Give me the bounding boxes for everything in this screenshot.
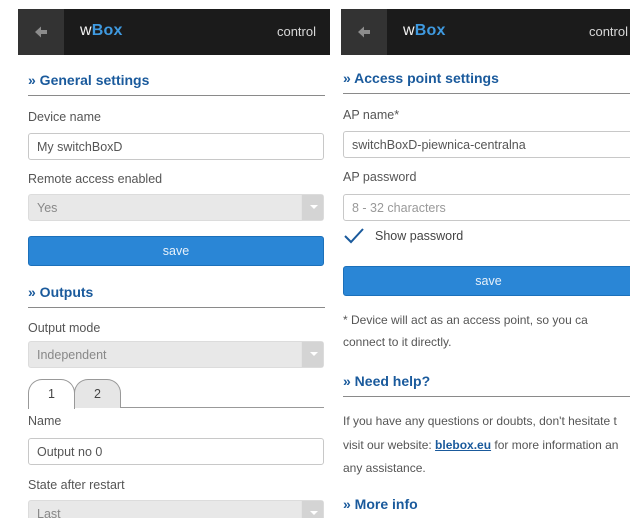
help-line-2-post: for more information an (491, 438, 619, 452)
state-after-restart-value: Last (37, 507, 61, 518)
left-screen: wBox control » General settings Device n… (0, 0, 330, 518)
tab-output-2[interactable]: 2 (74, 379, 121, 408)
back-button[interactable] (18, 9, 64, 55)
checkmark-icon (344, 228, 364, 244)
output-tabs: 1 2 (28, 379, 324, 409)
general-settings-title: » General settings (28, 72, 325, 96)
remote-access-label: Remote access enabled (28, 172, 163, 186)
outputs-title: » Outputs (28, 284, 325, 308)
output-mode-select[interactable]: Independent (28, 341, 324, 368)
help-line-2: visit our website: blebox.eu for more in… (343, 434, 630, 456)
need-help-title: » Need help? (343, 373, 630, 397)
remote-access-select[interactable]: Yes (28, 194, 324, 221)
dropdown-arrow-icon (301, 501, 323, 518)
ap-name-label: AP name* (343, 108, 400, 122)
ap-note-line-2: connect to it directly. (343, 335, 452, 349)
app-logo: wBox (80, 22, 123, 39)
state-after-restart-label: State after restart (28, 478, 125, 492)
back-arrow-icon (35, 26, 47, 38)
ap-name-input[interactable]: switchBoxD-piewnica-centralna (343, 131, 630, 158)
help-line-1: If you have any questions or doubts, don… (343, 414, 617, 428)
back-button[interactable] (341, 9, 387, 55)
output-mode-label: Output mode (28, 321, 101, 335)
right-screen: wBox control » Access point settings AP … (333, 0, 630, 518)
dropdown-arrow-icon (301, 195, 323, 220)
remote-access-value: Yes (37, 201, 58, 215)
app-header: wBox control (18, 9, 330, 55)
access-point-settings-title: » Access point settings (343, 70, 630, 94)
output-name-input[interactable]: Output no 0 (28, 438, 324, 465)
save-general-button[interactable]: save (28, 236, 324, 266)
output-name-label: Name (28, 414, 62, 428)
control-link[interactable]: control (589, 24, 628, 39)
control-link[interactable]: control (277, 24, 316, 39)
ap-password-label: AP password (343, 170, 417, 184)
back-arrow-icon (358, 26, 370, 38)
app-logo: wBox (403, 22, 446, 39)
dropdown-arrow-icon (301, 342, 323, 367)
help-line-3: any assistance. (343, 461, 426, 475)
device-name-label: Device name (28, 110, 101, 124)
blebox-link[interactable]: blebox.eu (435, 438, 491, 452)
app-header: wBox control (341, 9, 630, 55)
device-name-input[interactable]: My switchBoxD (28, 133, 324, 160)
show-password-label: Show password (375, 229, 464, 243)
more-info-title: » More info (343, 496, 418, 512)
output-mode-value: Independent (37, 348, 107, 362)
save-ap-button[interactable]: save (343, 266, 630, 296)
help-line-2-pre: visit our website: (343, 438, 436, 452)
ap-password-input[interactable]: 8 - 32 characters (343, 194, 630, 221)
state-after-restart-select[interactable]: Last (28, 500, 324, 518)
ap-note-line-1: * Device will act as an access point, so… (343, 313, 588, 327)
tab-output-1[interactable]: 1 (28, 379, 75, 409)
